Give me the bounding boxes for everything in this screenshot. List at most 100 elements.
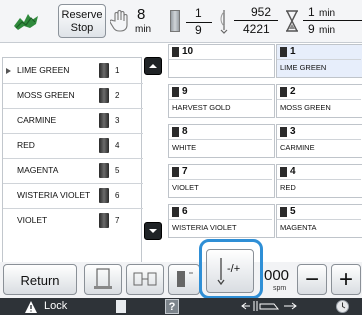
time-top-unit: min bbox=[319, 8, 336, 19]
hourglass-icon bbox=[285, 10, 299, 32]
frame-icon bbox=[94, 268, 112, 289]
cell-number: 1 bbox=[290, 46, 296, 57]
grid-cell[interactable]: 3 CARMINE bbox=[276, 124, 362, 158]
thread-swatch bbox=[172, 47, 179, 57]
color-total: 9 bbox=[195, 23, 202, 37]
thread-name: WISTERIA VIOLET bbox=[17, 190, 91, 200]
thread-swatch bbox=[280, 167, 287, 177]
hand-icon bbox=[109, 9, 132, 33]
cell-number: 10 bbox=[182, 46, 194, 57]
speed-unit: spm bbox=[273, 285, 287, 292]
thread-number: 5 bbox=[115, 166, 120, 175]
cell-color-name: WHITE bbox=[172, 143, 197, 152]
thread-swatch bbox=[172, 87, 179, 97]
plus-label: + bbox=[338, 266, 353, 293]
thread-swatch bbox=[172, 127, 179, 137]
thread-spool-icon bbox=[99, 63, 109, 78]
frame-move-button[interactable] bbox=[126, 264, 164, 295]
grid-cell[interactable]: 4 RED bbox=[276, 164, 362, 198]
thread-number: 2 bbox=[115, 91, 120, 100]
current-indicator-icon bbox=[6, 68, 11, 74]
thread-number: 6 bbox=[115, 191, 120, 200]
grid-cell[interactable]: 6 WISTERIA VIOLET bbox=[168, 204, 275, 238]
document-icon[interactable] bbox=[116, 300, 126, 313]
scroll-down-button[interactable] bbox=[144, 222, 162, 240]
cell-number: 2 bbox=[290, 86, 296, 97]
move-frame-icon bbox=[133, 272, 157, 286]
grid-cell[interactable]: 8 WHITE bbox=[168, 124, 275, 158]
cell-number: 6 bbox=[182, 206, 188, 217]
thread-name: LIME GREEN bbox=[17, 65, 70, 75]
cell-color-name: LIME GREEN bbox=[280, 63, 327, 72]
remaining-time-unit: min bbox=[135, 24, 152, 35]
thread-color-button[interactable] bbox=[168, 264, 200, 295]
thread-spool-icon bbox=[99, 113, 109, 128]
speed-display: 000 spm bbox=[264, 264, 294, 295]
time-top-value: 1 bbox=[308, 5, 315, 19]
time-fraction-line bbox=[303, 20, 362, 21]
sewing-order-grid: 10 9 HARVEST GOLD 8 WHITE 7 VIOLET 6 WIS… bbox=[168, 44, 362, 242]
thread-spool-icon bbox=[99, 163, 109, 178]
speed-decrease-button[interactable]: − bbox=[297, 264, 327, 295]
needle-position-button[interactable]: -/+ bbox=[206, 249, 254, 293]
cell-number: 5 bbox=[290, 206, 296, 217]
list-item[interactable]: MAGENTA 5 bbox=[3, 158, 143, 184]
list-item[interactable]: MOSS GREEN 2 bbox=[3, 83, 143, 109]
thread-spool-icon bbox=[99, 138, 109, 153]
chevron-down-icon bbox=[149, 229, 157, 233]
thread-swatch bbox=[280, 207, 287, 217]
list-item[interactable]: LIME GREEN 1 bbox=[3, 58, 143, 84]
list-item[interactable]: RED 4 bbox=[3, 133, 143, 159]
thread-name: RED bbox=[17, 140, 35, 150]
lock-label: Lock bbox=[44, 300, 68, 312]
list-item[interactable]: WISTERIA VIOLET 6 bbox=[3, 183, 143, 209]
warning-icon bbox=[25, 301, 37, 313]
thread-swatch bbox=[280, 87, 287, 97]
cell-color-name: VIOLET bbox=[172, 183, 199, 192]
chevron-up-icon bbox=[149, 64, 157, 68]
grid-cell-selected[interactable]: 1 LIME GREEN bbox=[276, 44, 362, 78]
cell-number: 9 bbox=[182, 86, 188, 97]
help-button[interactable]: ? bbox=[165, 299, 179, 314]
cell-number: 4 bbox=[290, 166, 296, 177]
thread-color-list: LIME GREEN 1 MOSS GREEN 2 CARMINE 3 RED … bbox=[2, 57, 143, 265]
reserve-stop-button[interactable]: Reserve Stop bbox=[58, 4, 106, 38]
stitch-total: 4221 bbox=[243, 22, 270, 36]
thread-swatch bbox=[280, 47, 287, 57]
cell-number: 8 bbox=[182, 126, 188, 137]
button-bar: Return -/+ 000 spm − + bbox=[0, 239, 362, 299]
presser-foot-icon[interactable] bbox=[240, 299, 302, 314]
stop-label: Stop bbox=[70, 22, 94, 34]
thread-swatch bbox=[172, 207, 179, 217]
grid-cell[interactable]: 5 MAGENTA bbox=[276, 204, 362, 238]
speed-increase-button[interactable]: + bbox=[331, 264, 361, 295]
cell-color-name: CARMINE bbox=[280, 143, 315, 152]
grid-cell[interactable]: 7 VIOLET bbox=[168, 164, 275, 198]
help-label: ? bbox=[168, 301, 176, 313]
trial-stitch-button[interactable] bbox=[84, 264, 122, 295]
return-button[interactable]: Return bbox=[3, 264, 77, 295]
spool-icon bbox=[177, 271, 193, 287]
grid-cell[interactable]: 10 bbox=[168, 44, 275, 78]
list-item[interactable]: VIOLET 7 bbox=[3, 208, 143, 233]
grid-cell[interactable]: 9 HARVEST GOLD bbox=[168, 84, 275, 118]
stitch-fraction-line bbox=[234, 20, 278, 21]
thread-name: MAGENTA bbox=[17, 165, 59, 175]
stitch-current: 952 bbox=[251, 5, 272, 19]
thread-number: 7 bbox=[115, 216, 120, 225]
thread-name: MOSS GREEN bbox=[17, 90, 75, 100]
return-label: Return bbox=[20, 273, 60, 288]
clock-icon[interactable] bbox=[335, 299, 350, 314]
cell-number: 3 bbox=[290, 126, 296, 137]
time-bottom-value: 9 bbox=[308, 22, 315, 36]
reserve-label: Reserve bbox=[61, 9, 103, 21]
lock-button[interactable]: Lock bbox=[10, 298, 80, 315]
cell-color-name: HARVEST GOLD bbox=[172, 103, 231, 112]
thread-spool-icon bbox=[99, 188, 109, 203]
needle-icon bbox=[218, 8, 230, 34]
embroidery-design-icon bbox=[10, 8, 44, 34]
grid-cell[interactable]: 2 MOSS GREEN bbox=[276, 84, 362, 118]
remaining-time-value: 8 bbox=[137, 6, 146, 23]
scroll-up-button[interactable] bbox=[144, 57, 162, 75]
list-item[interactable]: CARMINE 3 bbox=[3, 108, 143, 134]
